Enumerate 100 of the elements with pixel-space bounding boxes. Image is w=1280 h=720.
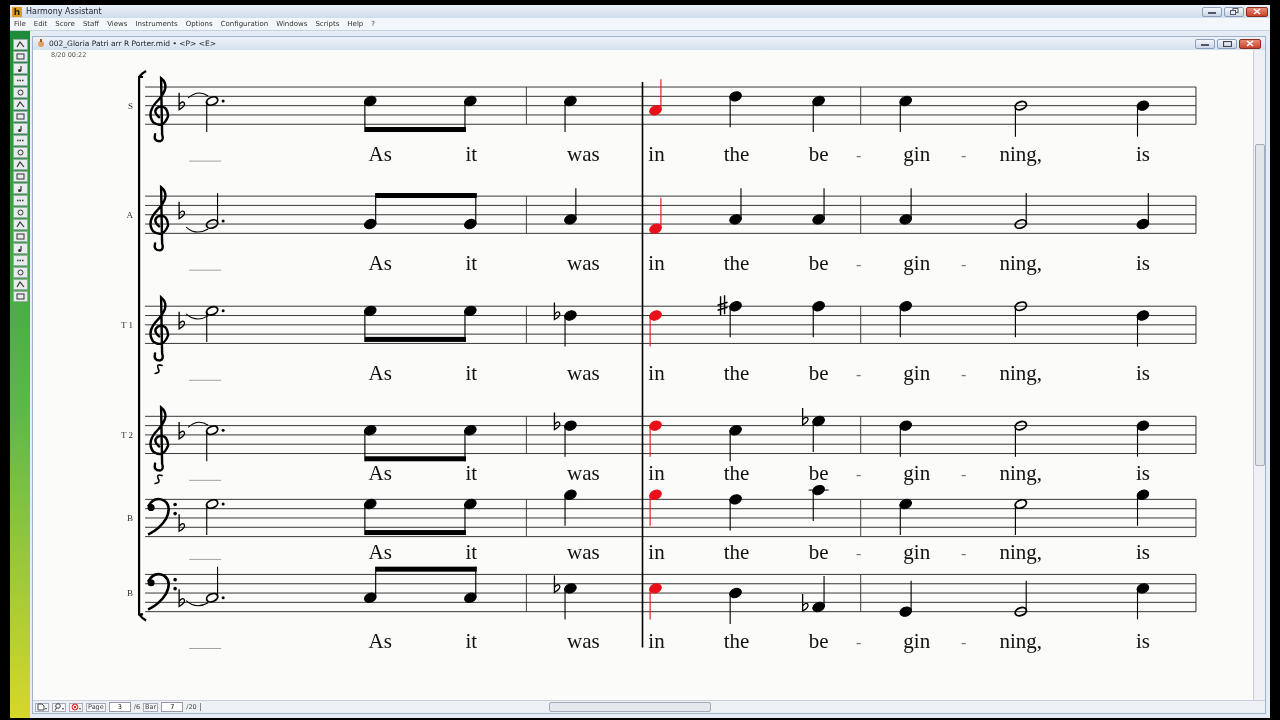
- flat-icon: [553, 574, 561, 594]
- bar-line: [525, 415, 527, 454]
- restore-icon: [1229, 8, 1239, 15]
- tool-button[interactable]: [12, 111, 28, 122]
- maximize-button[interactable]: [1217, 38, 1237, 49]
- lyric-syllable: As: [368, 629, 392, 654]
- zoom-button[interactable]: [52, 702, 66, 712]
- tie-arc: [185, 226, 209, 233]
- lyric-syllable: -: [961, 256, 967, 274]
- tool-button[interactable]: [12, 159, 28, 170]
- staff-label: B: [127, 588, 134, 599]
- key-flat-icon: [178, 588, 186, 607]
- bar-line: [860, 86, 862, 125]
- lyric-syllable: was: [567, 142, 600, 167]
- lyric-syllable: -: [856, 366, 862, 384]
- tool-button[interactable]: [12, 183, 28, 194]
- minimize-button[interactable]: [1195, 38, 1215, 49]
- tool-button[interactable]: [12, 87, 28, 98]
- tool-button[interactable]: [12, 279, 28, 290]
- lyric-syllable: be: [808, 540, 829, 565]
- close-button[interactable]: [1246, 6, 1268, 17]
- tool-button[interactable]: [12, 231, 28, 242]
- bar-line: [860, 195, 862, 234]
- lyric-syllable: -: [961, 545, 967, 563]
- tool-button[interactable]: [12, 39, 28, 50]
- tool-button[interactable]: [12, 123, 28, 134]
- lyric-syllable: was: [567, 361, 600, 386]
- lyric-syllable: -: [961, 147, 967, 165]
- tool-button[interactable]: [12, 171, 28, 182]
- lyric-syllable: -: [856, 545, 862, 563]
- tool-button[interactable]: [12, 75, 28, 86]
- circle-icon: [15, 89, 25, 96]
- lyric-syllable: -: [856, 147, 862, 165]
- vertical-scrollbar[interactable]: [1253, 50, 1265, 700]
- bar-line: [860, 573, 862, 613]
- tool-button[interactable]: [12, 207, 28, 218]
- horizontal-scrollbar[interactable]: [548, 702, 711, 712]
- lyric-syllable: be: [808, 251, 829, 276]
- extender-line: [188, 160, 222, 162]
- lyric-syllable: is: [1135, 251, 1150, 276]
- tie-arc: [187, 92, 209, 99]
- tool-button[interactable]: [12, 219, 28, 230]
- bar-line: [1195, 305, 1197, 344]
- close-button[interactable]: [1239, 38, 1261, 49]
- tool-button[interactable]: [12, 51, 28, 62]
- caret-icon: [15, 281, 25, 288]
- lyric-syllable: in: [648, 142, 665, 167]
- lyric-syllable: gin: [903, 540, 931, 565]
- bar-line: [1195, 195, 1197, 234]
- tool-button[interactable]: [12, 243, 28, 254]
- tool-button[interactable]: [12, 291, 28, 302]
- minimize-button[interactable]: [1202, 6, 1222, 17]
- lyric-syllable: it: [465, 142, 478, 167]
- page-button[interactable]: [35, 702, 49, 712]
- frame-icon: [15, 173, 25, 180]
- lyric-syllable: ning,: [999, 540, 1043, 565]
- lyric-syllable: As: [368, 361, 392, 386]
- tool-button[interactable]: [12, 267, 28, 278]
- lyric-syllable: -: [856, 634, 862, 652]
- lyric-syllable: ning,: [999, 629, 1043, 654]
- lyric-syllable: in: [648, 629, 665, 654]
- caret-icon: [15, 221, 25, 228]
- scroll-thumb[interactable]: [1254, 144, 1265, 466]
- lyric-syllable: it: [465, 629, 478, 654]
- extender-line: [188, 479, 222, 481]
- extender-line: [188, 269, 222, 271]
- restore-button[interactable]: [1224, 6, 1244, 17]
- lyric-syllable: is: [1135, 540, 1150, 565]
- frame-icon: [15, 53, 25, 60]
- dots-icon: [15, 257, 25, 264]
- stop-button[interactable]: [69, 702, 83, 712]
- key-flat-icon: [178, 421, 186, 440]
- lyric-syllable: it: [465, 461, 478, 486]
- bar-line: [1195, 573, 1197, 613]
- tie-arc: [185, 313, 209, 320]
- tie-arc: [187, 421, 209, 428]
- splitter-handle[interactable]: [199, 703, 201, 711]
- treble-clef-icon: [149, 406, 170, 485]
- treble-clef-icon: [149, 186, 170, 252]
- tool-button[interactable]: [12, 63, 28, 74]
- lyric-syllable: in: [648, 461, 665, 486]
- lyric-syllable: be: [808, 142, 829, 167]
- bar-line: [525, 86, 527, 125]
- sharp-icon: [716, 294, 729, 316]
- lyric-syllable: ning,: [999, 461, 1043, 486]
- note-icon: [15, 245, 25, 252]
- extender-line: [188, 379, 222, 381]
- note-icon: [15, 65, 25, 72]
- lyric-syllable: was: [567, 629, 600, 654]
- circle-icon: [15, 209, 25, 216]
- lyric-syllable: is: [1135, 629, 1150, 654]
- lyric-syllable: be: [808, 361, 829, 386]
- lyric-syllable: it: [465, 251, 478, 276]
- tool-button[interactable]: [12, 99, 28, 110]
- frame-icon: [15, 233, 25, 240]
- bar-line: [860, 415, 862, 454]
- lyric-syllable: in: [648, 361, 665, 386]
- bar-line: [525, 195, 527, 234]
- lyric-syllable: the: [723, 540, 750, 565]
- tool-button[interactable]: [12, 147, 28, 158]
